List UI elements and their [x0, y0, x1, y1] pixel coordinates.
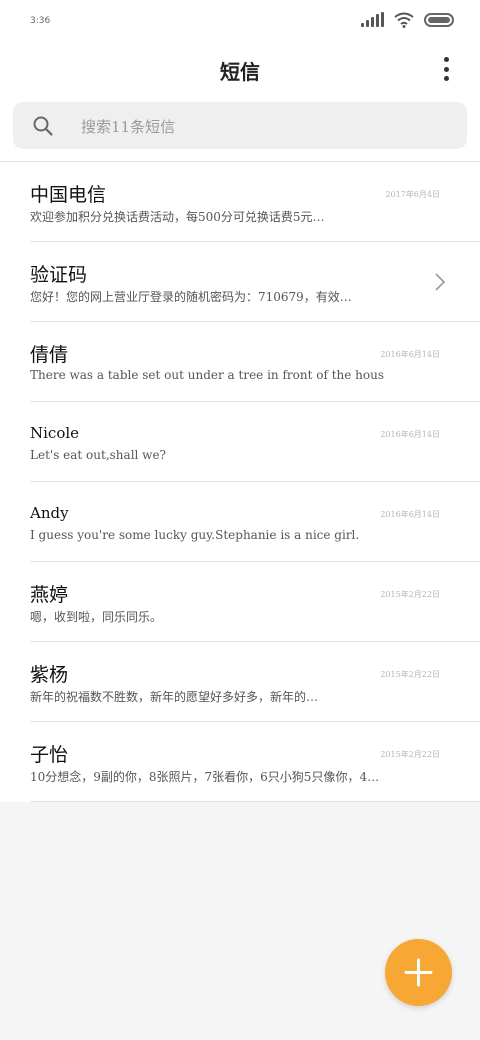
- plus-icon: [404, 958, 433, 987]
- message-date: 2015年2月22日: [380, 590, 440, 599]
- list-item[interactable]: 燕婷 2015年2月22日 嗯，收到啦，同乐同乐。: [30, 562, 480, 642]
- search-icon: [33, 116, 53, 136]
- message-date: 2015年2月22日: [380, 670, 440, 679]
- list-item[interactable]: 验证码 您好！您的网上营业厅登录的随机密码为：710679，有效…: [30, 242, 480, 322]
- signal-icon: [361, 12, 384, 27]
- list-item[interactable]: 子怡 2015年2月22日 10分想念，9副的你，8张照片，7张看你，6只小狗5…: [30, 722, 480, 802]
- message-list: 中国电信 2017年6月4日 欢迎参加积分兑换话费活动，每500分可兑换话费5元…: [0, 162, 480, 802]
- new-message-button[interactable]: [385, 939, 452, 1006]
- message-preview: 欢迎参加积分兑换话费活动，每500分可兑换话费5元…: [30, 210, 325, 224]
- more-dot-icon: [443, 57, 449, 62]
- list-item[interactable]: 紫杨 2015年2月22日 新年的祝福数不胜数，新年的愿望好多好多，新年的…: [30, 642, 480, 722]
- list-item[interactable]: 中国电信 2017年6月4日 欢迎参加积分兑换话费活动，每500分可兑换话费5元…: [30, 162, 480, 242]
- status-icons: [361, 12, 454, 28]
- message-preview: There was a table set out under a tree i…: [30, 368, 385, 382]
- sender-name: 验证码: [30, 264, 88, 286]
- sender-name: 子怡: [30, 744, 69, 766]
- message-date: 2016年6月14日: [380, 430, 440, 439]
- message-preview: Let's eat out,shall we?: [30, 448, 166, 462]
- search-placeholder: 搜索11条短信: [81, 118, 176, 136]
- sender-name: 燕婷: [30, 584, 69, 606]
- status-bar: 3:36: [0, 0, 480, 44]
- sender-name: Andy: [30, 504, 69, 522]
- message-date: 2016年6月14日: [380, 510, 440, 519]
- message-date: 2017年6月4日: [385, 190, 440, 199]
- chevron-right-icon: [435, 273, 446, 291]
- more-options-button[interactable]: [438, 54, 454, 84]
- sender-name: 紫杨: [30, 664, 69, 686]
- message-preview: 嗯，收到啦，同乐同乐。: [30, 610, 163, 624]
- list-item[interactable]: Andy 2016年6月14日 I guess you're some luck…: [30, 482, 480, 562]
- more-dot-icon: [443, 76, 449, 81]
- more-dot-icon: [443, 66, 449, 72]
- message-preview: 新年的祝福数不胜数，新年的愿望好多好多，新年的…: [30, 690, 319, 704]
- header: 短信: [0, 44, 480, 92]
- wifi-icon: [394, 12, 414, 28]
- sender-name: 中国电信: [30, 184, 107, 206]
- battery-icon: [424, 13, 454, 27]
- page-title: 短信: [220, 60, 260, 84]
- status-time: 3:36: [30, 16, 51, 26]
- message-preview: I guess you're some lucky guy.Stephanie …: [30, 528, 360, 542]
- list-item[interactable]: Nicole 2016年6月14日 Let's eat out,shall we…: [30, 402, 480, 482]
- message-preview: 10分想念，9副的你，8张照片，7张看你，6只小狗5只像你，4…: [30, 770, 380, 784]
- list-item[interactable]: 倩倩 2016年6月14日 There was a table set out …: [30, 322, 480, 402]
- message-date: 2016年6月14日: [380, 350, 440, 359]
- sender-name: Nicole: [30, 424, 80, 442]
- sender-name: 倩倩: [30, 344, 69, 366]
- message-date: 2015年2月22日: [380, 750, 440, 759]
- search-input[interactable]: 搜索11条短信: [13, 102, 467, 149]
- message-preview: 您好！您的网上营业厅登录的随机密码为：710679，有效…: [30, 290, 352, 304]
